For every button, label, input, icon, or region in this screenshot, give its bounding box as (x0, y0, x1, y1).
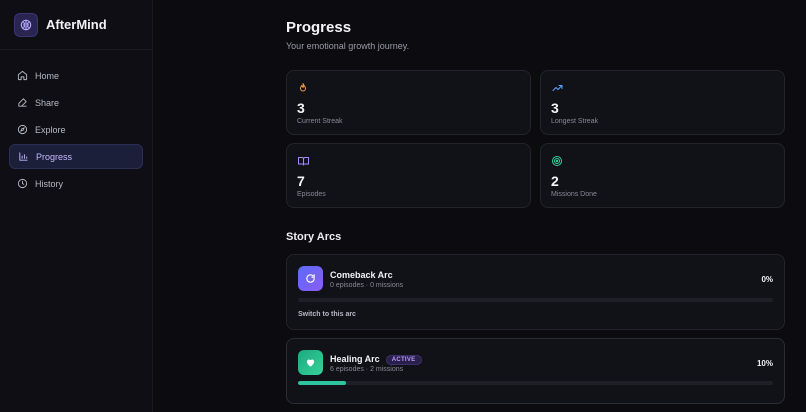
sidebar-item-explore[interactable]: Explore (9, 117, 143, 142)
arc-percent: 10% (756, 359, 773, 368)
sidebar: AfterMind Home Share Explore Progress Hi… (0, 0, 153, 412)
stat-label: Current Streak (297, 118, 343, 125)
sidebar-item-label: Home (35, 70, 60, 81)
arc-name: Comeback Arc (330, 270, 393, 280)
page-title: Progress (286, 19, 352, 36)
sidebar-item-history[interactable]: History (9, 171, 143, 196)
pen-icon (16, 97, 28, 109)
arc-name-text: Healing Arc (330, 354, 380, 364)
stat-card-longest-streak: 3 Longest Streak (540, 70, 785, 135)
arc-progress-bar (298, 381, 773, 385)
arc-card-healing[interactable]: Healing Arc ACTIVE 6 episodes · 2 mission… (286, 338, 785, 404)
refresh-icon (298, 266, 323, 291)
compass-icon (16, 124, 28, 136)
stat-value: 2 (551, 173, 559, 189)
heart-icon (298, 350, 323, 375)
sidebar-item-progress[interactable]: Progress (9, 144, 143, 169)
arc-percent: 0% (761, 275, 773, 284)
arc-name: Healing Arc ACTIVE (330, 354, 422, 365)
flame-icon (297, 81, 309, 93)
brand-name: AfterMind (46, 17, 107, 32)
stat-label: Missions Done (551, 191, 597, 198)
book-open-icon (297, 154, 309, 166)
brand[interactable]: AfterMind (0, 0, 152, 50)
sidebar-item-share[interactable]: Share (9, 90, 143, 115)
section-title-story-arcs: Story Arcs (286, 231, 342, 243)
page-subtitle: Your emotional growth journey. (286, 41, 410, 51)
stat-value: 3 (551, 100, 559, 116)
sidebar-nav: Home Share Explore Progress History (0, 50, 152, 196)
stat-card-missions-done: 2 Missions Done (540, 143, 785, 208)
stat-card-current-streak: 3 Current Streak (286, 70, 531, 135)
stat-value: 3 (297, 100, 305, 116)
sidebar-item-label: Share (35, 97, 60, 108)
switch-arc-button[interactable]: Switch to this arc (298, 311, 356, 318)
stat-label: Longest Streak (551, 118, 599, 125)
home-icon (16, 70, 28, 82)
bar-chart-icon (17, 151, 29, 163)
sidebar-item-home[interactable]: Home (9, 63, 143, 88)
stat-value: 7 (297, 173, 305, 189)
target-icon (551, 154, 563, 166)
sidebar-item-label: History (35, 178, 64, 189)
trending-up-icon (551, 81, 563, 93)
brain-icon (14, 12, 38, 37)
stat-label: Episodes (297, 191, 326, 198)
clock-icon (16, 178, 28, 190)
sidebar-item-label: Progress (36, 151, 73, 162)
arc-meta: 6 episodes · 2 missions (330, 366, 404, 373)
arc-meta: 0 episodes · 0 missions (330, 282, 404, 289)
arc-card-comeback[interactable]: Comeback Arc 0 episodes · 0 missions 0% … (286, 254, 785, 330)
arc-progress-fill (298, 381, 346, 385)
sidebar-item-label: Explore (35, 124, 66, 135)
stat-card-episodes: 7 Episodes (286, 143, 531, 208)
active-badge: ACTIVE (385, 354, 422, 365)
arc-progress-bar (298, 298, 773, 302)
